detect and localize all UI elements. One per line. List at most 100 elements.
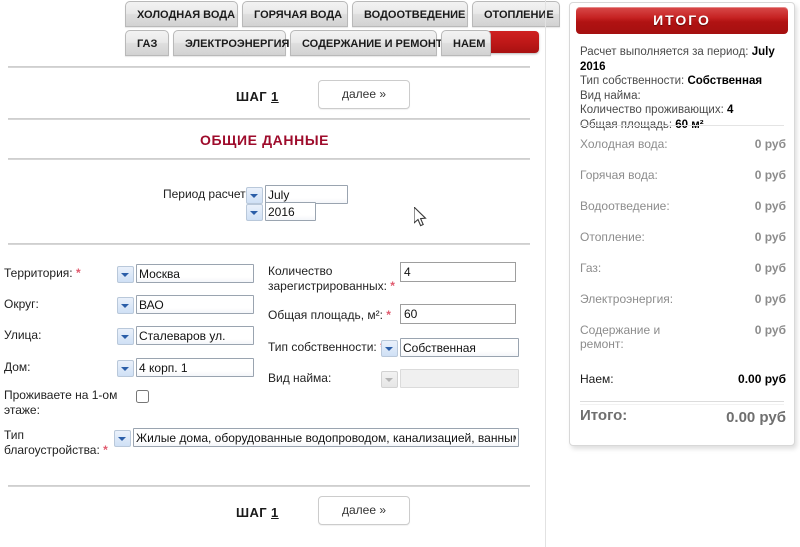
summary-header: ИТОГО <box>576 7 788 34</box>
row-value: 0 руб <box>754 292 786 306</box>
registered-label-line2: зарегистрированных: <box>268 279 387 293</box>
step-bar-bottom: ШАГ 1 далее » <box>0 496 546 532</box>
summary-meta: Расчет выполняется за период: July 2016 … <box>580 45 786 132</box>
required-marker: * <box>380 340 385 354</box>
period-label: Период расчета: <box>163 187 256 201</box>
step-number-top: 1 <box>271 89 279 104</box>
first-floor-label: Проживаете на 1-ом этаже: <box>4 388 132 418</box>
meta-ownership-value: Собственная <box>687 75 763 87</box>
row-value: 0 руб <box>754 199 786 213</box>
tab-row-primary: ХОЛОДНАЯ ВОДА ГОРЯЧАЯ ВОДА ВОДООТВЕДЕНИЕ… <box>0 1 560 29</box>
area-label: Общая площадь, м²: * <box>268 308 391 323</box>
service-tabs: ХОЛОДНАЯ ВОДА ГОРЯЧАЯ ВОДА ВОДООТВЕДЕНИЕ… <box>0 0 560 60</box>
meta-residents-label: Количество проживающих: <box>580 104 724 116</box>
area-label-text: Общая площадь, м²: <box>268 308 383 322</box>
row-label: Электроэнергия: <box>580 292 674 306</box>
rent-type-label: Вид найма: <box>268 371 332 385</box>
step-label-bottom: ШАГ 1 <box>236 505 279 520</box>
row-label: Водоотведение: <box>580 199 670 213</box>
ownership-select[interactable]: Собственная <box>400 338 519 357</box>
tab-cold-water[interactable]: ХОЛОДНАЯ ВОДА <box>125 1 238 27</box>
meta-residents-value: 4 <box>727 104 734 116</box>
amenity-label: Тип благоустройства: * <box>4 428 132 458</box>
divider-under-period <box>8 243 530 245</box>
row-label: Газ: <box>580 261 602 275</box>
chevron-down-icon <box>117 328 134 345</box>
total-label: Итого: <box>580 407 628 424</box>
territory-select[interactable]: Москва <box>136 264 254 283</box>
district-select[interactable]: ВАО <box>136 295 254 314</box>
amenity-label-line2: благоустройства: <box>4 443 100 457</box>
step-bar-top: ШАГ 1 далее » <box>0 80 546 116</box>
total-value: 0.00 руб <box>726 409 786 426</box>
area-input[interactable] <box>400 304 516 324</box>
vertical-divider <box>545 0 546 547</box>
amenity-label-line1: Тип <box>4 428 25 442</box>
territory-label-text: Территория: <box>4 266 73 280</box>
street-label: Улица: <box>4 328 42 342</box>
street-select[interactable]: Сталеваров ул. <box>136 326 254 345</box>
step-label-top: ШАГ 1 <box>236 89 279 104</box>
amenity-select[interactable]: Жилые дома, оборудованные водопроводом, … <box>133 428 519 447</box>
district-label: Округ: <box>4 297 39 311</box>
ownership-label: Тип собственности: * <box>268 340 385 355</box>
tab-rent[interactable]: НАЕМ <box>441 30 491 56</box>
first-floor-checkbox[interactable] <box>136 390 149 403</box>
row-label: Горячая вода: <box>580 168 658 182</box>
summary-panel: ИТОГО Расчет выполняется за период: July… <box>569 2 795 446</box>
step-word-top: ШАГ <box>236 89 268 104</box>
chevron-down-icon <box>117 266 134 283</box>
territory-label: Территория: * <box>4 266 81 281</box>
tab-gas[interactable]: ГАЗ <box>125 30 169 56</box>
tab-hot-water[interactable]: ГОРЯЧАЯ ВОДА <box>242 1 348 27</box>
summary-total-divider <box>580 401 784 405</box>
tab-maintenance[interactable]: СОДЕРЖАНИЕ И РЕМОНТ <box>290 30 443 56</box>
ownership-label-text: Тип собственности: <box>268 340 377 354</box>
row-value: 0 руб <box>754 230 786 244</box>
next-button-top[interactable]: далее » <box>318 80 410 109</box>
row-label: Наем: <box>580 372 614 386</box>
row-value: 0 руб <box>754 168 786 182</box>
step-word-bottom: ШАГ <box>236 505 268 520</box>
row-value: 0 руб <box>754 323 786 337</box>
divider-bottom <box>8 485 530 487</box>
row-label: Отопление: <box>580 230 645 244</box>
first-floor-label-line2: этаже: <box>4 403 40 417</box>
row-value: 0 руб <box>754 137 786 151</box>
rent-type-select <box>400 369 519 388</box>
step-number-bottom: 1 <box>271 505 279 520</box>
row-label: Содержание и ремонт: <box>580 323 705 351</box>
required-marker: * <box>103 443 108 457</box>
next-button-bottom[interactable]: далее » <box>318 496 410 525</box>
tab-sewerage[interactable]: ВОДООТВЕДЕНИЕ <box>352 1 468 27</box>
row-value: 0.00 руб <box>738 372 786 386</box>
divider-top <box>8 66 530 68</box>
required-marker: * <box>386 308 391 322</box>
chevron-down-icon <box>117 360 134 377</box>
meta-ownership-label: Тип собственности: <box>580 75 685 87</box>
page-title: ОБЩИЕ ДАННЫЕ <box>200 132 330 148</box>
registered-label: Количество зарегистрированных: * <box>268 264 400 294</box>
divider-under-title <box>8 158 530 160</box>
required-marker: * <box>390 279 395 293</box>
tab-electricity[interactable]: ЭЛЕКТРОЭНЕРГИЯ <box>173 30 289 56</box>
tab-row-secondary: ГАЗ ЭЛЕКТРОЭНЕРГИЯ СОДЕРЖАНИЕ И РЕМОНТ Н… <box>0 30 546 58</box>
chevron-down-icon <box>381 371 398 388</box>
registered-label-line1: Количество <box>268 264 333 278</box>
registered-input[interactable] <box>400 262 516 282</box>
house-select[interactable]: 4 корп. 1 <box>136 358 254 377</box>
mouse-cursor <box>414 207 427 227</box>
row-label-line2: ремонт: <box>580 337 624 351</box>
required-marker: * <box>75 266 81 280</box>
divider-under-step-top <box>8 118 530 120</box>
chevron-down-icon <box>117 297 134 314</box>
row-label-line1: Содержание и <box>580 323 661 337</box>
period-year-select[interactable]: 2016 <box>265 202 316 221</box>
summary-meta-divider <box>580 125 784 126</box>
meta-rent-label: Вид найма: <box>580 89 641 102</box>
tab-heating[interactable]: ОТОПЛЕНИЕ <box>472 1 560 27</box>
row-label: Холодная вода: <box>580 137 668 151</box>
house-label: Дом: <box>4 360 31 374</box>
row-value: 0 руб <box>754 261 786 275</box>
chevron-down-icon <box>246 204 263 221</box>
